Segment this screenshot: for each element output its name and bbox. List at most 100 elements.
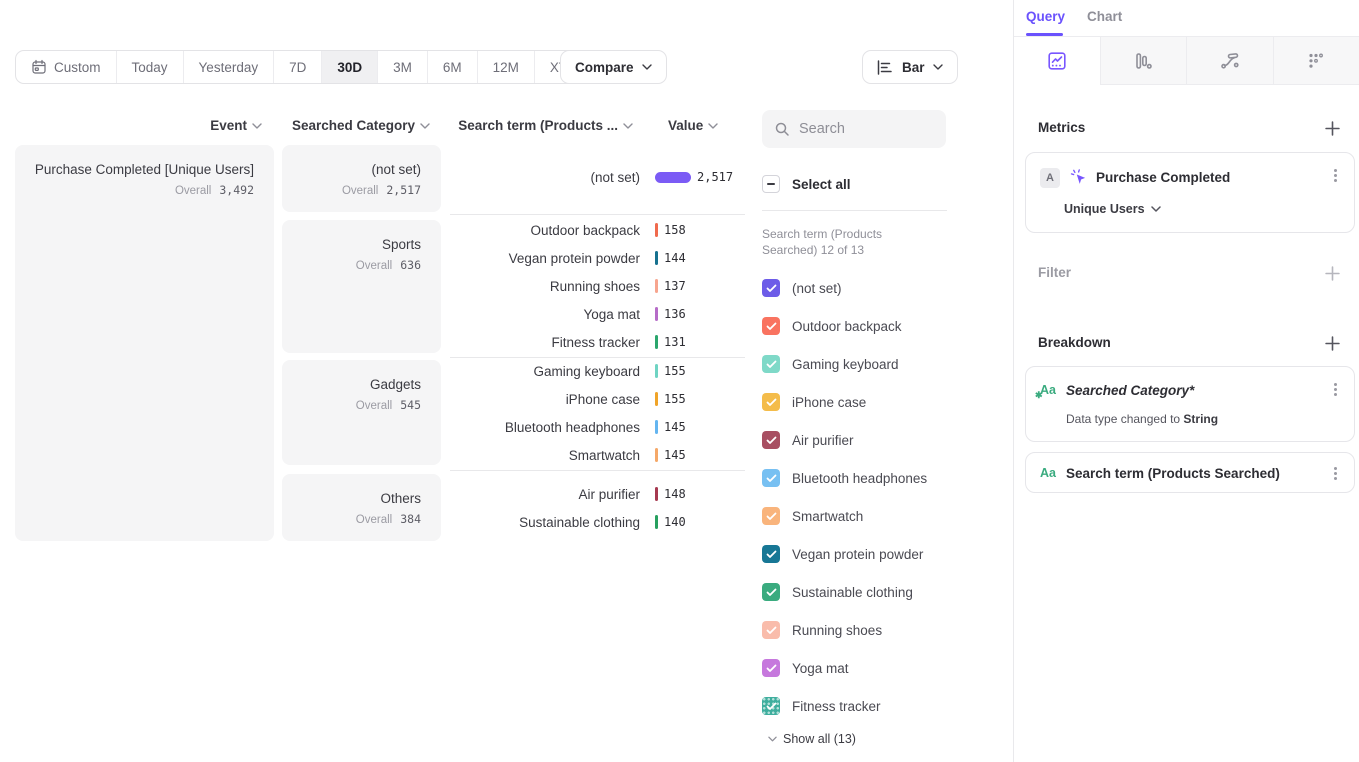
category-label: Sports [282, 236, 421, 254]
check-icon [766, 436, 777, 445]
table-row[interactable]: iPhone case 155 [445, 385, 686, 413]
filter-option[interactable]: Gaming keyboard [762, 345, 899, 383]
breakdown-card-search-term[interactable]: Aa Search term (Products Searched) [1025, 452, 1355, 493]
value-text: 137 [664, 279, 686, 293]
filter-option-label: Fitness tracker [792, 699, 881, 714]
checkbox-checked-icon[interactable] [762, 279, 780, 297]
event-cell[interactable]: Purchase Completed [Unique Users] Overal… [15, 145, 274, 541]
filter-option[interactable]: Air purifier [762, 421, 854, 459]
filter-option-label: Yoga mat [792, 661, 849, 676]
date-range-7d[interactable]: 7D [274, 51, 322, 83]
tab-chart[interactable]: Chart [1087, 9, 1122, 24]
filter-search-box[interactable] [762, 110, 946, 148]
date-range-30d[interactable]: 30D [322, 51, 378, 83]
checkbox-checked-icon[interactable] [762, 317, 780, 335]
filter-option[interactable]: Sustainable clothing [762, 573, 913, 611]
metric-card[interactable]: A Purchase Completed Unique Users [1025, 152, 1355, 233]
date-range-yesterday[interactable]: Yesterday [184, 51, 275, 83]
filter-option[interactable]: Vegan protein powder [762, 535, 923, 573]
category-cell[interactable]: Gadgets Overall 545 [282, 360, 441, 465]
checkbox-checked-icon[interactable] [762, 583, 780, 601]
string-property-icon: Aa✱ [1040, 383, 1056, 397]
breakdown-card-searched-category[interactable]: Aa✱ Searched Category* Data type changed… [1025, 366, 1355, 442]
value-bar [655, 420, 658, 434]
filter-option-label: Bluetooth headphones [792, 471, 927, 486]
date-range-label: Custom [54, 60, 101, 75]
table-row[interactable]: Outdoor backpack 158 [445, 216, 686, 244]
filter-option[interactable]: iPhone case [762, 383, 866, 421]
kebab-menu-icon[interactable] [1328, 383, 1342, 396]
overall-value: 3,492 [219, 183, 254, 197]
checkbox-checked-icon[interactable] [762, 621, 780, 639]
date-range-12m[interactable]: 12M [478, 51, 535, 83]
checkbox-checked-icon[interactable] [762, 659, 780, 677]
add-breakdown-button[interactable] [1325, 336, 1340, 351]
checkbox-checked-icon[interactable] [762, 697, 780, 715]
select-all-toggle[interactable]: Select all [762, 169, 851, 199]
category-label: Others [282, 490, 421, 508]
table-row[interactable]: Gaming keyboard 155 [445, 357, 686, 385]
chevron-down-icon [1151, 206, 1161, 212]
checkbox-checked-icon[interactable] [762, 545, 780, 563]
flows-tab[interactable] [1186, 37, 1273, 85]
aggregation-dropdown[interactable]: Unique Users [1064, 202, 1161, 216]
category-cell[interactable]: Sports Overall 636 [282, 220, 441, 353]
retention-tab[interactable] [1273, 37, 1359, 85]
date-range-today[interactable]: Today [117, 51, 184, 83]
category-cell[interactable]: Others Overall 384 [282, 474, 441, 541]
insights-tab[interactable] [1014, 37, 1100, 85]
checkbox-checked-icon[interactable] [762, 469, 780, 487]
column-header-search-term[interactable]: Search term (Products ... [443, 117, 633, 134]
check-icon [766, 322, 777, 331]
table-row[interactable]: Smartwatch 145 [445, 441, 686, 469]
filter-option-label: (not set) [792, 281, 842, 296]
checkbox-checked-icon[interactable] [762, 431, 780, 449]
date-range-label: 30D [337, 60, 362, 75]
check-icon [766, 512, 777, 521]
filter-option[interactable]: Running shoes [762, 611, 882, 649]
show-all-link[interactable]: Show all (13) [768, 732, 856, 746]
table-row[interactable]: Bluetooth headphones 145 [445, 413, 686, 441]
checkbox-indeterminate-icon[interactable] [762, 175, 780, 193]
date-range-3m[interactable]: 3M [378, 51, 428, 83]
funnels-icon [1132, 50, 1154, 72]
value-bar [655, 307, 658, 321]
compare-button[interactable]: Compare [560, 50, 667, 84]
column-header-value[interactable]: Value [668, 117, 738, 134]
event-sparkle-icon [1069, 168, 1088, 187]
table-row[interactable]: Fitness tracker 131 [445, 328, 686, 356]
filter-option[interactable]: Bluetooth headphones [762, 459, 927, 497]
table-row[interactable]: Vegan protein powder 144 [445, 244, 686, 272]
kebab-menu-icon[interactable] [1328, 169, 1342, 182]
kebab-menu-icon[interactable] [1328, 467, 1342, 480]
tab-query[interactable]: Query [1026, 9, 1065, 24]
table-row[interactable]: Running shoes 137 [445, 272, 686, 300]
checkbox-checked-icon[interactable] [762, 355, 780, 373]
column-header-event[interactable]: Event [120, 117, 262, 134]
add-filter-button[interactable] [1325, 266, 1340, 281]
chart-type-button[interactable]: Bar [862, 50, 958, 84]
filter-option[interactable]: Fitness tracker [762, 687, 881, 725]
search-input[interactable] [799, 121, 929, 137]
check-icon [766, 588, 777, 597]
filter-option[interactable]: Outdoor backpack [762, 307, 902, 345]
column-header-category[interactable]: Searched Category [280, 117, 430, 134]
filter-option[interactable]: Smartwatch [762, 497, 863, 535]
filter-option-label: Vegan protein powder [792, 547, 923, 562]
table-row[interactable]: Air purifier 148 [445, 480, 686, 508]
table-row[interactable]: Yoga mat 136 [445, 300, 686, 328]
date-range-custom[interactable]: Custom [16, 51, 117, 83]
chevron-down-icon [708, 123, 718, 129]
date-range-6m[interactable]: 6M [428, 51, 478, 83]
table-row[interactable]: Sustainable clothing 140 [445, 508, 686, 536]
filter-option[interactable]: Yoga mat [762, 649, 849, 687]
filter-option[interactable]: (not set) [762, 269, 842, 307]
checkbox-checked-icon[interactable] [762, 393, 780, 411]
funnels-tab[interactable] [1100, 37, 1187, 85]
check-icon [766, 550, 777, 559]
checkbox-checked-icon[interactable] [762, 507, 780, 525]
add-metric-button[interactable] [1325, 121, 1340, 136]
filter-divider [762, 210, 947, 211]
table-row[interactable]: (not set) 2,517 [445, 163, 733, 191]
category-cell[interactable]: (not set) Overall 2,517 [282, 145, 441, 212]
